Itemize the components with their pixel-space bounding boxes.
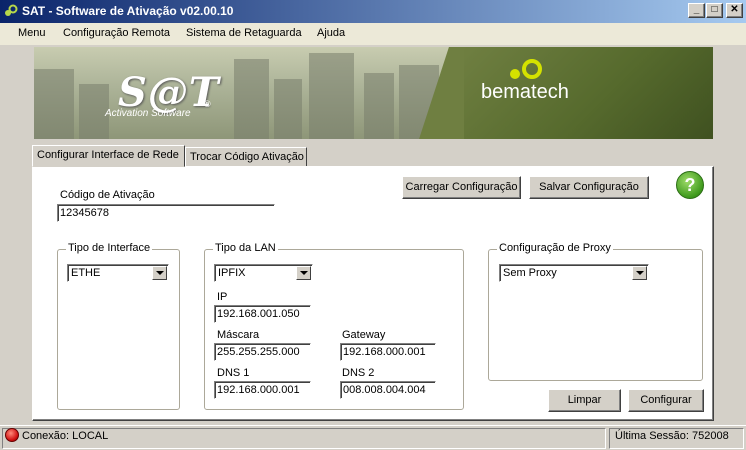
dns2-label: DNS 2 bbox=[342, 367, 375, 379]
activation-code-label: Código de Ativação bbox=[60, 189, 155, 201]
lan-type-value: IPFIX bbox=[218, 267, 246, 279]
menu-item-remote-config[interactable]: Configuração Remota bbox=[63, 27, 170, 39]
banner: S@T ® Activation Software bematech bbox=[34, 47, 713, 139]
connection-status-icon bbox=[5, 428, 19, 442]
sat-app-icon bbox=[5, 4, 18, 16]
proxy-value: Sem Proxy bbox=[503, 267, 557, 279]
interface-type-select[interactable]: ETHE bbox=[67, 264, 169, 282]
chevron-down-icon[interactable] bbox=[632, 266, 647, 280]
connection-status: Conexão: LOCAL bbox=[22, 430, 109, 442]
load-config-button[interactable]: Carregar Configuração bbox=[402, 176, 521, 199]
sat-subtitle: Activation Software bbox=[105, 108, 191, 119]
menu-item-menu[interactable]: Menu bbox=[18, 27, 46, 39]
gateway-label: Gateway bbox=[342, 329, 386, 341]
ip-label: IP bbox=[217, 291, 228, 303]
gateway-input[interactable]: 192.168.000.001 bbox=[340, 343, 436, 361]
last-session: Última Sessão: 752008 bbox=[615, 430, 729, 442]
ip-input[interactable]: 192.168.001.050 bbox=[214, 305, 311, 323]
configure-button[interactable]: Configurar bbox=[628, 389, 704, 412]
tab-network-interface[interactable]: Configurar Interface de Rede bbox=[32, 145, 185, 167]
lan-type-title: Tipo da LAN bbox=[213, 242, 278, 254]
clear-button[interactable]: Limpar bbox=[548, 389, 621, 412]
lan-type-select[interactable]: IPFIX bbox=[214, 264, 313, 282]
help-icon[interactable]: ? bbox=[676, 171, 704, 199]
activation-code-input[interactable]: 12345678 bbox=[57, 204, 275, 222]
dns1-label: DNS 1 bbox=[217, 367, 250, 379]
interface-type-value: ETHE bbox=[71, 267, 101, 279]
maximize-button[interactable]: □ bbox=[706, 3, 723, 18]
dns2-input[interactable]: 008.008.004.004 bbox=[340, 381, 436, 399]
minimize-button[interactable]: _ bbox=[688, 3, 705, 18]
dns1-input[interactable]: 192.168.000.001 bbox=[214, 381, 311, 399]
brand-name: bematech bbox=[481, 81, 569, 103]
tab-change-activation-code[interactable]: Trocar Código Ativação bbox=[185, 147, 307, 167]
window-title: SAT - Software de Ativação v02.00.10 bbox=[22, 4, 234, 18]
menu-item-back-office[interactable]: Sistema de Retaguarda bbox=[186, 27, 302, 39]
mask-label: Máscara bbox=[217, 329, 260, 341]
interface-type-title: Tipo de Interface bbox=[66, 242, 153, 254]
mask-input[interactable]: 255.255.255.000 bbox=[214, 343, 311, 361]
chevron-down-icon[interactable] bbox=[152, 266, 167, 280]
registered-mark: ® bbox=[204, 99, 211, 109]
save-config-button[interactable]: Salvar Configuração bbox=[529, 176, 649, 199]
menu-item-help[interactable]: Ajuda bbox=[317, 27, 345, 39]
proxy-title: Configuração de Proxy bbox=[497, 242, 613, 254]
chevron-down-icon[interactable] bbox=[296, 266, 311, 280]
close-button[interactable]: ✕ bbox=[726, 3, 743, 18]
title-bar: SAT - Software de Ativação v02.00.10 _ □… bbox=[0, 0, 746, 23]
bematech-logo-icon bbox=[510, 59, 542, 79]
proxy-select[interactable]: Sem Proxy bbox=[499, 264, 649, 282]
menu-bar: Menu Configuração Remota Sistema de Reta… bbox=[0, 23, 746, 45]
